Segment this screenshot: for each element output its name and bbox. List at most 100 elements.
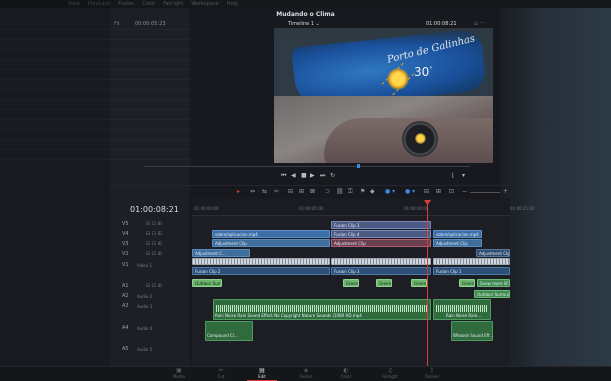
menu-item-help[interactable]: Help — [227, 1, 238, 7]
zoom-slider[interactable] — [470, 192, 500, 193]
stop-icon[interactable]: ■ — [301, 172, 307, 179]
loop-icon[interactable]: ↻ — [330, 172, 335, 179]
detail-zoom-icon[interactable]: ⊞ — [436, 188, 441, 195]
page-tab-fusion[interactable]: ◈ Fusion — [291, 368, 321, 381]
audio-clip[interactable]: Snow more SFX Fo... — [477, 279, 510, 287]
track-header-v2: V2 ⊟ ⊡ ⊞ — [110, 249, 192, 259]
blade-tool-icon[interactable]: ✂ — [274, 188, 279, 195]
track-name: Audio 2 — [137, 293, 153, 299]
page-tab-edit[interactable]: ▤ Edit — [247, 368, 277, 381]
fusion-clip[interactable]: Fusion Clip 4 — [331, 230, 431, 238]
fusion-clip[interactable]: Fusion Clip 2 — [192, 267, 330, 275]
page-tab-label: Fusion — [299, 374, 313, 379]
custom-zoom-icon[interactable]: ⊡ — [449, 188, 454, 195]
insert-clip-icon[interactable]: ⊟ — [288, 188, 293, 195]
track-header-a3: A3 Audio 3 — [110, 301, 192, 311]
fusion-clip[interactable]: Fusion Clip 3 — [331, 221, 431, 229]
video-clip-thumbnails[interactable] — [331, 258, 431, 265]
timeline-viewer[interactable]: Porto de Galinhas 30° — [274, 28, 493, 163]
watch-sun-icon — [415, 133, 426, 144]
snapping-icon[interactable]: ⊃ — [325, 188, 330, 195]
link-icon[interactable]: ⛓ — [336, 188, 344, 195]
temperature-value: 30 — [414, 65, 430, 79]
source-timecode: 00:00:05:23 — [135, 20, 166, 27]
mark-in-icon[interactable]: ⌊ — [452, 172, 454, 179]
selection-tool-icon[interactable]: ▸ — [237, 188, 240, 195]
adjustment-clip[interactable]: Adjustment Clip — [476, 249, 510, 257]
fusion-clip[interactable]: Fusion Clip 3 — [331, 267, 431, 275]
play-icon[interactable]: ▶ — [310, 172, 315, 179]
menu-item-workspace[interactable]: Workspace — [191, 1, 218, 7]
audio-clip[interactable]: Green — [343, 279, 359, 287]
text-clip[interactable]: sobre/aplicacion.mp4 — [433, 230, 482, 238]
audio-clip[interactable]: Green — [376, 279, 392, 287]
page-tab-color[interactable]: ◐ Color — [331, 368, 361, 381]
audio-clip[interactable]: Green — [411, 279, 427, 287]
page-tab-deliver[interactable]: ⇪ Deliver — [417, 368, 447, 381]
track-id: A5 — [122, 346, 129, 352]
menu-item-color[interactable]: Color — [142, 1, 155, 7]
page-tab-label: Fairlight — [381, 374, 398, 379]
menu-item-fairlight[interactable]: Fairlight — [163, 1, 183, 7]
chevron-down-icon: ⌄ — [315, 20, 320, 27]
adjustment-clip[interactable]: Adjustment Clip — [433, 239, 482, 247]
page-tab-label: Color — [340, 374, 352, 379]
timeline-header: 01:00:08:21 01:00:00:00 01:00:05:00 01:0… — [110, 198, 534, 216]
playhead-line[interactable] — [427, 200, 428, 370]
flag-icon[interactable]: ⚑ — [360, 188, 365, 195]
edit-toolbar: ▸ ⇔ ⇆ ✂ ⊟ ⊞ ⊠ ⊃ ⛓ ⚿ ⚑ ◆ ● ▾ ● ▾ ⊟ ⊞ ⊡ − … — [110, 185, 510, 197]
timeline-selector[interactable]: Timeline 1 ⌄ — [288, 21, 320, 27]
adjustment-clip[interactable]: Adjustment Clip — [212, 239, 330, 247]
track-header-a2: A2 Audio 2 — [110, 291, 192, 301]
video-clip-thumbnails[interactable] — [433, 258, 510, 265]
zoom-fit-dropdown[interactable]: Fit — [114, 21, 120, 27]
track-controls-icon[interactable]: ⊟ ⊡ ⊞ — [146, 221, 162, 227]
adjustment-clip[interactable]: Adjustment Clip — [331, 239, 431, 247]
skip-to-end-icon[interactable]: ⏭ — [320, 172, 325, 180]
track-controls-icon[interactable]: ⊟ ⊡ ⊞ — [146, 241, 162, 247]
track-controls-icon[interactable]: ⊟ ⊡ ⊞ — [146, 251, 162, 257]
page-tab-label: Deliver — [424, 374, 440, 379]
track-name: Video 1 — [137, 262, 153, 268]
replace-clip-icon[interactable]: ⊠ — [310, 188, 315, 195]
track-controls-icon[interactable]: ⊟ ⊡ ⊞ — [146, 283, 162, 289]
track-id: V2 — [122, 251, 129, 257]
timeline-ruler[interactable]: 01:00:00:00 01:00:05:00 01:00:10:00 01:0… — [192, 198, 534, 216]
page-tab-media[interactable]: ▣ Media — [164, 368, 194, 381]
color-marker-icon[interactable]: ● ▾ — [385, 188, 395, 195]
track-id: V4 — [122, 231, 129, 237]
viewer-scrubber[interactable] — [110, 164, 510, 169]
audio-clip[interactable]: Outdoor Surround Sound 2... — [474, 290, 510, 298]
trim-tool-icon[interactable]: ⇔ — [250, 188, 255, 195]
page-navigation-bar: ▣ Media ✂ Cut ▤ Edit ◈ Fusion ◐ Color ♫ Fairli… — [0, 366, 611, 381]
text-clip[interactable]: sobre/aplicacion.mp4 — [212, 230, 330, 238]
page-tab-cut[interactable]: ✂ Cut — [206, 368, 236, 381]
audio-clip[interactable]: Outdoor Surro... — [192, 279, 222, 287]
ruler-label: 01:00:10:00 — [404, 206, 429, 211]
page-tab-label: Media — [172, 374, 185, 379]
track-controls-icon[interactable]: ⊟ ⊡ ⊞ — [146, 231, 162, 237]
position-lock-icon[interactable]: ⚿ — [348, 188, 353, 196]
menu-item-fusion[interactable]: Fusion — [118, 1, 134, 7]
viewer-options-icon[interactable]: ⌂ ··· — [474, 20, 485, 27]
video-clip-thumbnails[interactable] — [192, 258, 330, 265]
track-header-a5: A5 Audio 5 — [110, 344, 192, 354]
skip-to-start-icon[interactable]: ⏮ — [281, 172, 286, 180]
overwrite-clip-icon[interactable]: ⊞ — [299, 188, 304, 195]
timeline-timecode: 01:00:08:21 — [130, 205, 179, 214]
marker-icon[interactable]: ◆ — [370, 188, 375, 195]
fusion-clip[interactable]: Fusion Clip 1 — [433, 267, 510, 275]
dynamic-trim-icon[interactable]: ⇆ — [262, 188, 267, 195]
play-reverse-icon[interactable]: ◀ — [291, 172, 296, 179]
audio-clip[interactable]: Green — [459, 279, 475, 287]
adjustment-clip[interactable]: Adjustment C... — [192, 249, 250, 257]
flag-color-icon[interactable]: ● ▾ — [405, 188, 415, 195]
page-tab-fairlight[interactable]: ♫ Fairlight — [375, 368, 405, 381]
zoom-out-icon[interactable]: − — [462, 188, 467, 195]
scrubber-head[interactable] — [357, 164, 360, 168]
viewer-menu-icon[interactable]: ▾ — [462, 172, 465, 179]
track-header-v4: V4 ⊟ ⊡ ⊞ — [110, 229, 192, 239]
zoom-in-icon[interactable]: + — [503, 188, 508, 195]
track-header-v3: V3 ⊟ ⊡ ⊞ — [110, 239, 192, 249]
full-extent-zoom-icon[interactable]: ⊟ — [424, 188, 429, 195]
